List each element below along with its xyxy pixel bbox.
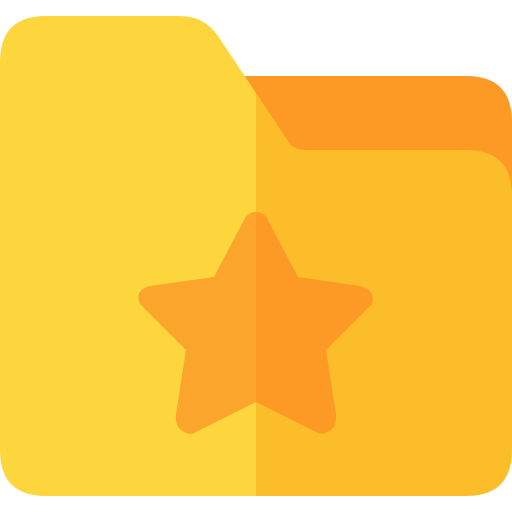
folder-star-icon	[0, 16, 512, 496]
favorite-folder-icon	[0, 0, 512, 512]
